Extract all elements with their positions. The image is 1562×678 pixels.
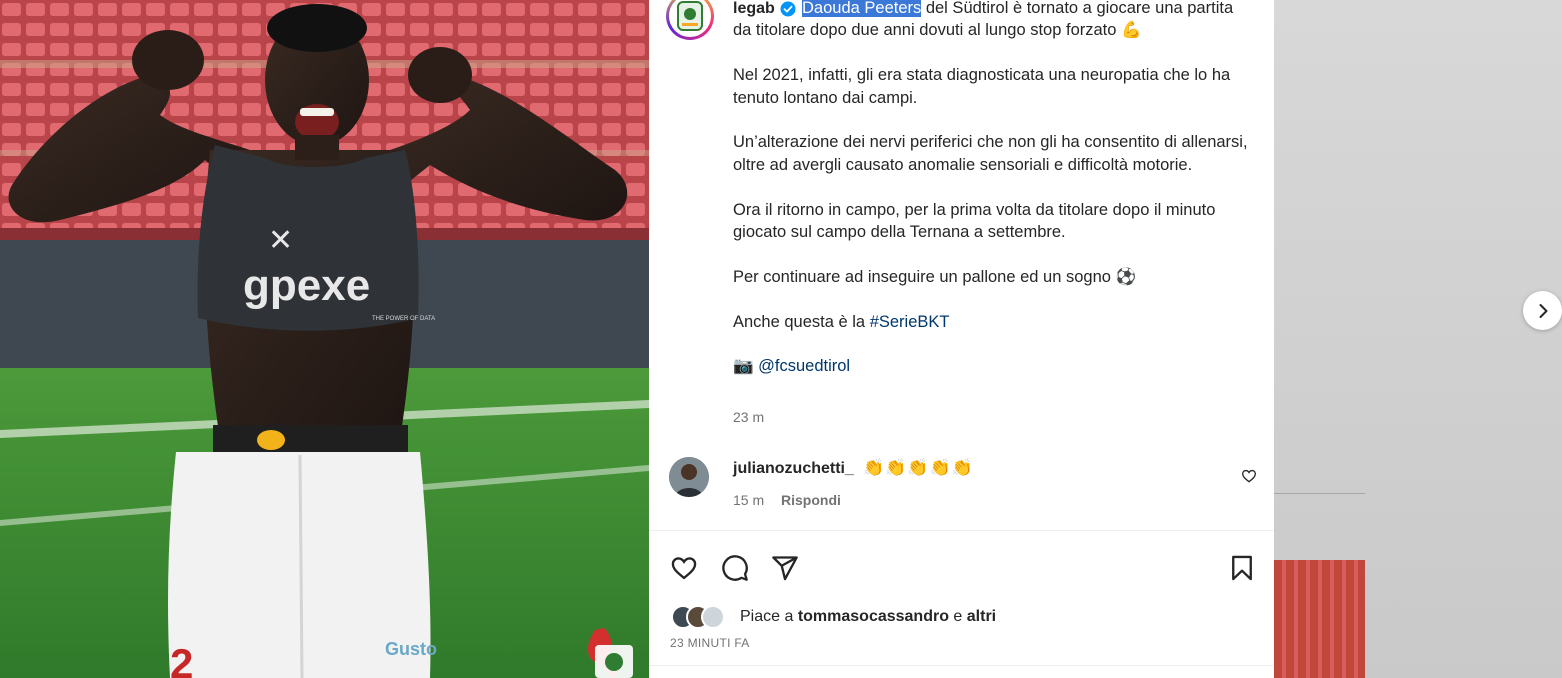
hashtag-link[interactable]: #SerieBKT <box>870 313 950 331</box>
author-avatar[interactable] <box>666 0 714 40</box>
post-media-image[interactable]: gpexe ✕ THE POWER OF DATA Gusto 2 <box>0 0 649 678</box>
comment-time: 15 m <box>733 492 765 508</box>
send-icon[interactable] <box>771 554 799 582</box>
svg-text:2: 2 <box>170 640 193 678</box>
caption-mention-selected[interactable]: Daouda Peeters <box>802 0 922 17</box>
bookmark-icon[interactable] <box>1228 554 1256 582</box>
likes-connector: e <box>948 608 967 625</box>
photo-credit-link[interactable]: @fcsuedtirol <box>758 357 850 375</box>
comment-box-divider <box>649 665 1274 666</box>
heart-icon[interactable] <box>670 554 698 582</box>
comment-username[interactable]: julianozuchetti_ <box>733 460 854 478</box>
liker-avatar <box>701 605 725 629</box>
league-logo-icon <box>677 1 703 31</box>
likers-avatars[interactable] <box>671 605 733 629</box>
likes-others-link[interactable]: altri <box>967 608 996 625</box>
comment-heart-icon[interactable] <box>1241 468 1257 484</box>
actions-divider <box>649 530 1274 531</box>
shorts-sponsor-text: Gusto <box>385 639 437 659</box>
author-username[interactable]: legab <box>733 0 775 18</box>
likes-prefix: Piace a <box>740 608 798 625</box>
caption-paragraph-3: Un’alterazione dei nervi periferici che … <box>733 133 1248 174</box>
caption-paragraph-6: Anche questa è la <box>733 312 870 331</box>
post-time: 23 m <box>733 409 765 425</box>
next-post-button[interactable] <box>1523 291 1562 330</box>
verified-badge-icon <box>780 1 796 17</box>
player-photo: gpexe ✕ THE POWER OF DATA Gusto 2 <box>0 0 649 678</box>
post-date: 23 MINUTI FA <box>670 636 750 650</box>
likes-user-link[interactable]: tommasocassandro <box>798 608 949 625</box>
camera-emoji-icon: 📷 <box>733 357 754 376</box>
post-panel: Daouda Peeters del Südtirol è tornato a … <box>649 0 1274 678</box>
comment-icon[interactable] <box>721 554 749 582</box>
next-post-thumbnail[interactable] <box>1274 560 1365 678</box>
shirt-small-text: THE POWER OF DATA <box>372 316 435 322</box>
caption-paragraph-5: Per continuare ad inseguire un pallone e… <box>733 267 1137 286</box>
background-divider <box>1274 493 1365 494</box>
comment-text: 👏👏👏👏👏 <box>863 458 974 477</box>
chevron-right-icon <box>1539 303 1547 318</box>
caption-paragraph-2: Nel 2021, infatti, gli era stata diagnos… <box>733 66 1231 107</box>
svg-text:✕: ✕ <box>268 223 293 258</box>
caption-paragraph-4: Ora il ritorno in campo, per la prima vo… <box>733 200 1216 242</box>
likes-summary[interactable]: Piace a tommasocassandro e altri <box>740 608 996 626</box>
shirt-brand-text: gpexe <box>243 261 370 310</box>
comment-reply-button[interactable]: Rispondi <box>781 492 841 508</box>
post-caption: Daouda Peeters del Südtirol è tornato a … <box>733 0 1253 400</box>
comment-avatar[interactable] <box>669 457 709 497</box>
